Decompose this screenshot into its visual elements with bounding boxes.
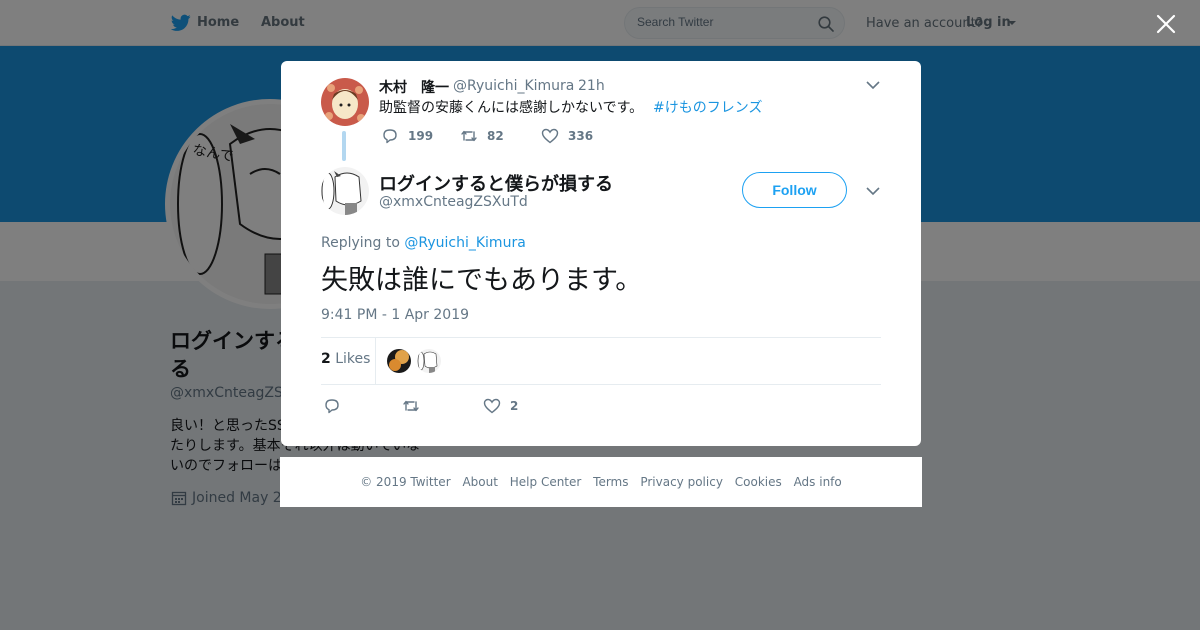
parent-tweet-separator: · bbox=[570, 78, 575, 94]
parent-tweet-time[interactable]: 21h bbox=[578, 78, 605, 94]
reply-icon bbox=[383, 129, 397, 144]
liker-avatar[interactable] bbox=[387, 349, 411, 373]
footer-link-cookies[interactable]: Cookies bbox=[735, 475, 782, 489]
likes-separator bbox=[375, 338, 376, 384]
replying-to: Replying to @Ryuichi_Kimura bbox=[321, 235, 526, 251]
footer-copyright: © 2019 Twitter bbox=[360, 475, 451, 489]
tweet-permalink-modal: 木村 隆一 @Ryuichi_Kimura · 21h 助監督の安藤くんには感謝… bbox=[281, 61, 921, 446]
tweet-author-name[interactable]: ログインすると僕らが損する bbox=[379, 170, 613, 196]
like-count: 2 bbox=[510, 399, 519, 413]
chevron-down-icon[interactable] bbox=[865, 183, 881, 199]
heart-icon bbox=[541, 128, 559, 144]
heart-icon bbox=[483, 398, 501, 414]
divider bbox=[321, 337, 881, 338]
like-action[interactable]: 2 bbox=[483, 397, 518, 415]
footer: © 2019 Twitter About Help Center Terms P… bbox=[280, 457, 922, 507]
footer-links: © 2019 Twitter About Help Center Terms P… bbox=[280, 475, 922, 489]
footer-link-about[interactable]: About bbox=[462, 475, 497, 489]
parent-reply-count: 199 bbox=[408, 129, 434, 143]
likes-label: Likes bbox=[335, 351, 371, 367]
parent-tweet-hashtag[interactable]: #けものフレンズ bbox=[653, 97, 762, 117]
footer-link-terms[interactable]: Terms bbox=[593, 475, 628, 489]
reply-action[interactable] bbox=[323, 397, 341, 415]
replying-to-link[interactable]: @Ryuichi_Kimura bbox=[404, 235, 525, 251]
tweet-text: 失敗は誰にでもあります。 bbox=[321, 265, 643, 296]
parent-tweet-author-handle[interactable]: @Ryuichi_Kimura bbox=[453, 78, 574, 94]
close-icon[interactable] bbox=[1154, 12, 1178, 36]
liker-avatar[interactable] bbox=[417, 349, 441, 373]
footer-link-help-center[interactable]: Help Center bbox=[510, 475, 582, 489]
follow-button[interactable]: Follow bbox=[742, 172, 847, 208]
footer-link-privacy[interactable]: Privacy policy bbox=[640, 475, 723, 489]
likes-number: 2 bbox=[321, 351, 331, 367]
parent-retweet-action[interactable]: 82 bbox=[460, 127, 504, 145]
parent-like-count: 336 bbox=[568, 129, 594, 143]
parent-retweet-count: 82 bbox=[487, 129, 504, 143]
parent-tweet-avatar[interactable] bbox=[321, 78, 369, 126]
likes-stat[interactable]: 2 Likes bbox=[321, 351, 370, 367]
replying-to-prefix: Replying to bbox=[321, 235, 400, 251]
retweet-action[interactable] bbox=[402, 397, 420, 415]
tweet-timestamp[interactable]: 9:41 PM - 1 Apr 2019 bbox=[321, 307, 469, 323]
parent-like-action[interactable]: 336 bbox=[541, 127, 593, 145]
retweet-icon bbox=[403, 400, 419, 412]
divider bbox=[321, 384, 881, 385]
parent-tweet-text: 助監督の安藤くんには感謝しかないです。 bbox=[379, 100, 644, 116]
footer-link-ads-info[interactable]: Ads info bbox=[794, 475, 842, 489]
reply-icon bbox=[325, 399, 339, 414]
tweet-author-avatar[interactable] bbox=[321, 167, 369, 215]
parent-tweet-author-name[interactable]: 木村 隆一 bbox=[379, 77, 449, 97]
thread-line bbox=[342, 131, 346, 161]
tweet-author-handle[interactable]: @xmxCnteagZSXuTd bbox=[379, 194, 528, 210]
retweet-icon bbox=[461, 130, 477, 142]
parent-reply-action[interactable]: 199 bbox=[381, 127, 433, 145]
chevron-down-icon[interactable] bbox=[865, 77, 881, 93]
